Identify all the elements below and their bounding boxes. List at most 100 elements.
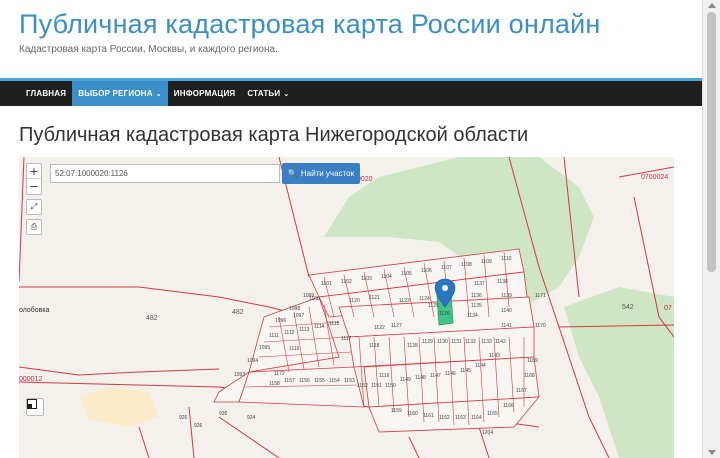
parcel-label: 1126	[439, 311, 450, 317]
fullscreen-icon: ⤢	[30, 202, 38, 211]
parcel-label: 1096	[275, 318, 286, 324]
scroll-down-icon[interactable]	[708, 450, 716, 455]
parcel-label: 1121	[369, 295, 380, 301]
area-label: 482	[146, 315, 158, 322]
search-value: 52:07:1000020:1126	[55, 169, 128, 178]
page-title: Публичная кадастровая карта Нижегородско…	[19, 124, 529, 146]
find-parcel-button[interactable]: 🔍 Найти участок	[282, 163, 360, 184]
parcel-label: 1142	[495, 339, 506, 345]
parcel-label: 1095	[259, 345, 270, 351]
parcel-label: 1156	[299, 378, 310, 384]
nav-item-region[interactable]: ВЫБОР РЕГИОНА ⌄	[72, 81, 168, 106]
parcel-label: 924	[247, 415, 256, 421]
parcel-label: 1136	[471, 293, 482, 299]
parcel-label: 1153	[344, 378, 355, 384]
fullscreen-button[interactable]: ⤢	[26, 199, 42, 215]
parcel-label: 1102	[341, 279, 352, 285]
parcel-label: 1170	[535, 323, 546, 329]
parcel-label: 1138	[497, 279, 508, 285]
nav-item-home[interactable]: ГЛАВНАЯ	[20, 81, 72, 106]
zoom-in-button[interactable]: +	[27, 164, 41, 179]
parcel-label: 1144	[475, 363, 486, 369]
layers-icon	[27, 399, 37, 409]
parcel-label: 1101	[321, 281, 332, 287]
nav-item-label: ВЫБОР РЕГИОНА	[78, 89, 153, 98]
parcel-label: 1133	[481, 339, 492, 345]
parcel-label: 1154	[329, 378, 340, 384]
parcel-label: 1147	[430, 373, 441, 379]
main-navbar: ГЛАВНАЯ ВЫБОР РЕГИОНА ⌄ ИНФОРМАЦИЯ СТАТЬИ…	[0, 81, 702, 106]
parcel-label: 1166	[503, 403, 514, 409]
parcel-label: 1143	[489, 353, 500, 359]
parcel-label: 1149	[400, 377, 411, 383]
parcel-label: 1150	[385, 383, 396, 389]
parcel-label: 1105	[401, 271, 412, 277]
print-icon: ⎙	[30, 222, 38, 231]
parcel-label: 1127	[391, 323, 402, 329]
parcel-label: 1103	[361, 276, 372, 282]
parcel-label: 1164	[471, 415, 482, 421]
parcel-label: 1168	[524, 373, 535, 379]
chevron-down-icon: ⌄	[155, 90, 162, 98]
parcel-label: 1139	[501, 293, 512, 299]
site-title[interactable]: Публичная кадастровая карта России онлай…	[19, 9, 601, 40]
parcel-label: 1140	[501, 308, 512, 314]
place-label: олобовка	[19, 306, 50, 314]
map-code-label: 000012	[19, 376, 42, 383]
parcel-label: 1116	[289, 346, 300, 352]
parcel-label: 1163	[455, 415, 466, 421]
parcel-label: 926	[179, 415, 188, 421]
scroll-up-icon[interactable]	[708, 3, 716, 8]
find-parcel-label: Найти участок	[300, 169, 355, 178]
search-icon: 🔍	[287, 169, 298, 178]
parcel-label: 1135	[471, 303, 482, 309]
nav-item-info[interactable]: ИНФОРМАЦИЯ	[168, 81, 242, 106]
layers-button[interactable]	[26, 398, 44, 416]
nav-item-label: ИНФОРМАЦИЯ	[173, 89, 236, 98]
parcel-label: 1098	[289, 306, 300, 312]
parcel-label: 1125	[428, 303, 439, 309]
forest-area	[564, 287, 674, 458]
map-canvas[interactable]: 1101 1102 1103 1104 1105 1106 1107 1108 …	[19, 157, 674, 458]
parcel-label: 1114	[314, 324, 325, 330]
nav-item-label: СТАТЬИ	[247, 89, 281, 98]
parcel-label: 1158	[269, 381, 280, 387]
parcel-label: 1155	[314, 378, 325, 384]
parcel-label: 1160	[407, 411, 418, 417]
parcel-label: 1110	[501, 256, 512, 262]
chevron-down-icon: ⌄	[283, 90, 290, 98]
parcel-label: 1106	[421, 268, 432, 274]
map-code-label: 07	[664, 305, 672, 312]
parcel-label: 1152	[357, 383, 368, 389]
parcel-label: 1162	[439, 415, 450, 421]
parcel-label: 1120	[349, 298, 360, 304]
parcel-label: 1172	[274, 371, 285, 377]
area-label: 482	[232, 309, 244, 316]
page-scrollbar[interactable]	[702, 0, 720, 458]
parcel-label: 1107	[441, 265, 452, 271]
parcel-label: 1122	[374, 325, 385, 331]
parcel-label: 1131	[451, 339, 462, 345]
parcel-label: 1161	[423, 413, 434, 419]
parcel-label: 1115	[329, 321, 340, 327]
scrollbar-thumb[interactable]	[707, 12, 716, 272]
parcel-label: 1124	[419, 296, 430, 302]
parcel-label: 1148	[415, 375, 426, 381]
parcel-label: 1137	[474, 281, 485, 287]
parcel-label: 1146	[445, 371, 456, 377]
parcel-label: 1118	[369, 343, 380, 349]
nav-item-articles[interactable]: СТАТЬИ ⌄	[241, 81, 295, 106]
nav-item-label: ГЛАВНАЯ	[26, 89, 67, 98]
parcel-label: 1151	[371, 383, 382, 389]
parcel-label: 1159	[391, 408, 402, 414]
print-button[interactable]: ⎙	[26, 219, 42, 235]
parcel-label: 926	[194, 423, 203, 429]
parcel-label: 1167	[516, 388, 527, 394]
parcel-label: 1123	[399, 298, 410, 304]
parcel-label: 1113	[299, 327, 310, 333]
cadastral-map[interactable]: 1101 1102 1103 1104 1105 1106 1107 1108 …	[19, 157, 674, 458]
parcel-label: 1117	[341, 336, 352, 342]
cadastral-search-input[interactable]: 52:07:1000020:1126	[50, 164, 280, 183]
zoom-out-button[interactable]: −	[27, 179, 41, 194]
parcel-label: 1169	[527, 358, 538, 364]
